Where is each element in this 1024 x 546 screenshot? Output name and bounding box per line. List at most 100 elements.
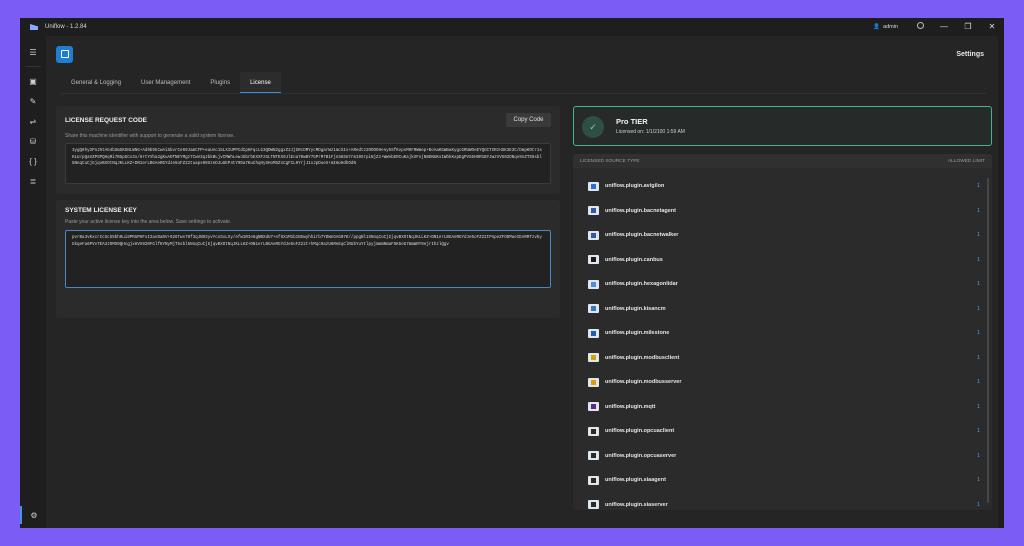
plugin-limit: 1 [976, 232, 980, 239]
column-source-type: LICENSED SOURCE TYPE [580, 158, 640, 164]
list-item: uniflow.plugin.siaagent 1 [573, 468, 983, 493]
list-item: uniflow.plugin.avigilon 1 [573, 174, 983, 199]
license-request-description: Share this machine identifier with suppo… [65, 133, 235, 139]
menu-icon[interactable]: ☰ [20, 42, 46, 62]
sources-list[interactable]: uniflow.plugin.avigilon 1 uniflow.plugin.b… [573, 174, 983, 510]
user-name: admin [883, 24, 898, 30]
user-menu[interactable]: 👤 admin [873, 24, 898, 30]
plugin-limit: 1 [976, 477, 980, 484]
sources-header: LICENSED SOURCE TYPE ALLOWED LIMIT [573, 154, 992, 168]
app-logo-icon [30, 24, 38, 30]
plugin-limit: 1 [976, 183, 980, 190]
plugin-limit: 1 [976, 501, 980, 508]
license-request-title: LICENSE REQUEST CODE [65, 117, 147, 124]
system-license-card: SYSTEM LICENSE KEY Paste your active lic… [56, 200, 560, 318]
license-request-code[interactable]: 3ygQ8hy2PnJ5tAG4bSmGKGNLWNG+Ad9b9kCwAiSb… [65, 143, 551, 184]
title-bar: Uniflow - 1.2.84 👤 admin — ❐ ✕ [20, 18, 1004, 36]
app-title: Uniflow - 1.2.84 [45, 24, 87, 30]
tab-license[interactable]: License [240, 72, 281, 93]
plugin-icon [588, 353, 599, 363]
plugin-icon [588, 377, 599, 387]
app-window: Uniflow - 1.2.84 👤 admin — ❐ ✕ ☰ ▣ ✎ ⇌ ⛁… [20, 18, 1004, 528]
list-item: uniflow.plugin.kisancm 1 [573, 297, 983, 322]
column-allowed-limit: ALLOWED LIMIT [947, 158, 985, 164]
sidebar-item-dashboard[interactable]: ▣ [20, 71, 46, 91]
list-item: uniflow.plugin.modbusclient 1 [573, 346, 983, 371]
plugin-name: uniflow.plugin.siaagent [605, 477, 666, 484]
plugin-limit: 1 [976, 379, 980, 386]
plugin-name: uniflow.plugin.bacnetagent [605, 207, 676, 214]
main-content: Settings General & Logging User Manageme… [46, 36, 998, 528]
plugin-icon [588, 475, 599, 485]
page-title: Settings [956, 50, 984, 58]
plugin-limit: 1 [976, 256, 980, 263]
plugin-name: uniflow.plugin.modbusserver [605, 379, 682, 386]
plugin-icon [588, 206, 599, 216]
plugin-icon [588, 304, 599, 314]
list-item: uniflow.plugin.bacnetagent 1 [573, 199, 983, 224]
tab-general-logging[interactable]: General & Logging [61, 72, 131, 93]
plugin-name: uniflow.plugin.siaserver [605, 501, 668, 508]
copy-code-button[interactable]: Copy Code [506, 113, 551, 127]
license-key-input[interactable]: pvrBa3vKxcrIcScG5bh9ui9PRUPHFxI2avDaDV+9… [65, 230, 551, 288]
sidebar-item-logs[interactable]: ≣ [20, 171, 46, 191]
sources-scrollbar[interactable] [987, 178, 989, 503]
system-license-title: SYSTEM LICENSE KEY [65, 207, 137, 214]
plugin-name: uniflow.plugin.opcuaserver [605, 452, 677, 459]
settings-tabs: General & Logging User Management Plugin… [61, 72, 986, 94]
list-item: uniflow.plugin.milestone 1 [573, 321, 983, 346]
list-item: uniflow.plugin.siaserver 1 [573, 493, 983, 511]
plugin-icon [588, 255, 599, 265]
minimize-button[interactable]: — [932, 18, 956, 36]
plugin-name: uniflow.plugin.opcuaclient [605, 428, 675, 435]
tab-plugins[interactable]: Plugins [200, 72, 240, 93]
system-license-description: Paste your active license key into the a… [65, 219, 232, 225]
plugin-limit: 1 [976, 403, 980, 410]
license-request-card: LICENSE REQUEST CODE Copy Code Share thi… [56, 106, 560, 194]
licensed-sources-card: LICENSED SOURCE TYPE ALLOWED LIMIT unifl… [573, 154, 992, 510]
list-item: uniflow.plugin.modbusserver 1 [573, 370, 983, 395]
tier-name: Pro TIER [616, 117, 648, 126]
tab-user-management[interactable]: User Management [131, 72, 200, 93]
sidebar-divider [25, 66, 41, 67]
close-button[interactable]: ✕ [980, 18, 1004, 36]
sidebar-item-settings[interactable]: ⚙ [20, 506, 46, 524]
list-item: uniflow.plugin.bacnetwalker 1 [573, 223, 983, 248]
plugin-icon [588, 402, 599, 412]
plugin-limit: 1 [976, 354, 980, 361]
list-item: uniflow.plugin.canbus 1 [573, 248, 983, 273]
plugin-limit: 1 [976, 330, 980, 337]
plugin-name: uniflow.plugin.hexagonlidar [605, 281, 678, 288]
info-button[interactable] [908, 18, 932, 36]
tier-card: ✓ Pro TIER Licensed on: 1/1/2100 1:59 AM [573, 106, 992, 146]
user-icon: 👤 [873, 24, 881, 30]
sidebar: ☰ ▣ ✎ ⇌ ⛁ { } ≣ ⚙ [20, 36, 46, 528]
plugin-limit: 1 [976, 452, 980, 459]
sidebar-item-scripts[interactable]: { } [20, 151, 46, 171]
plugin-limit: 1 [976, 281, 980, 288]
list-item: uniflow.plugin.mqtt 1 [573, 395, 983, 420]
plugin-icon [588, 426, 599, 436]
plugin-limit: 1 [976, 428, 980, 435]
plugin-icon [588, 181, 599, 191]
page-header: Settings [46, 36, 998, 72]
sidebar-item-flows[interactable]: ✎ [20, 91, 46, 111]
plugin-limit: 1 [976, 305, 980, 312]
info-icon [916, 22, 924, 29]
plugin-name: uniflow.plugin.canbus [605, 256, 663, 263]
save-button[interactable] [56, 45, 73, 63]
plugin-name: uniflow.plugin.mqtt [605, 403, 656, 410]
restore-button[interactable]: ❐ [956, 18, 980, 36]
plugin-name: uniflow.plugin.kisancm [605, 305, 666, 312]
sidebar-item-connections[interactable]: ⇌ [20, 111, 46, 131]
list-item: uniflow.plugin.opcuaserver 1 [573, 444, 983, 469]
plugin-icon [588, 500, 599, 510]
plugin-name: uniflow.plugin.modbusclient [605, 354, 680, 361]
plugin-limit: 1 [976, 207, 980, 214]
sidebar-item-database[interactable]: ⛁ [20, 131, 46, 151]
save-icon [60, 50, 69, 58]
plugin-icon [588, 451, 599, 461]
licensed-date: Licensed on: 1/1/2100 1:59 AM [616, 129, 685, 135]
plugin-name: uniflow.plugin.avigilon [605, 183, 665, 190]
plugin-icon [588, 328, 599, 338]
